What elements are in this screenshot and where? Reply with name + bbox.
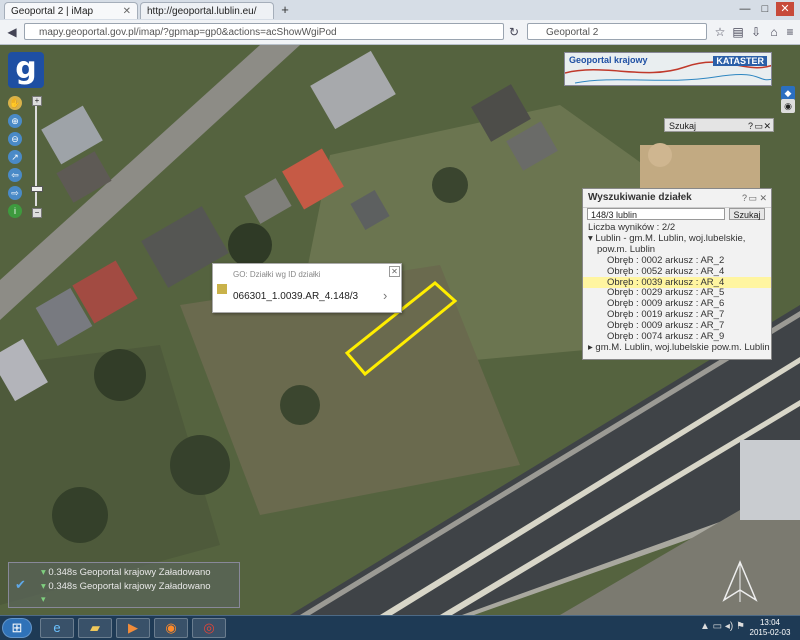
- tab-bar: Geoportal 2 | iMap ✕ http://geoportal.lub…: [0, 0, 800, 21]
- zoom-out-tool-icon[interactable]: ⊖: [8, 132, 22, 146]
- reload-icon[interactable]: ↻: [506, 24, 522, 40]
- result-item[interactable]: Obręb : 0074 arkusz : AR_9: [607, 331, 767, 342]
- result-group-2[interactable]: ▸ gm.M. Lublin, woj.lubelskie pow.m. Lub…: [588, 342, 770, 353]
- group-label: gm.M. Lublin, woj.lubelskie pow.m. Lubli…: [595, 342, 770, 353]
- minimize-panel-icon[interactable]: ▭: [748, 193, 757, 204]
- search-input[interactable]: Geoportal 2: [527, 23, 707, 40]
- back-icon[interactable]: ◀: [4, 24, 20, 40]
- ie-icon[interactable]: e: [40, 618, 74, 638]
- measure-icon[interactable]: ↗: [8, 150, 22, 164]
- parcel-search-input[interactable]: 148/3 lublin: [587, 208, 725, 220]
- minimize-panel-icon[interactable]: ▭: [754, 119, 763, 133]
- banner-title: Geoportal krajowy: [569, 55, 648, 65]
- layer-opacity: 0.348s: [48, 581, 77, 592]
- menu-icon[interactable]: ≡: [782, 24, 798, 40]
- layer-status: Załadowano: [158, 581, 211, 592]
- download-icon[interactable]: ⇩: [748, 24, 764, 40]
- result-item[interactable]: Obręb : 0002 arkusz : AR_2: [607, 255, 767, 266]
- close-icon[interactable]: ✕: [123, 3, 131, 19]
- layer-switch-icon[interactable]: ◆: [781, 86, 795, 100]
- banner-label: KATASTER: [713, 56, 767, 66]
- nav-bar: ◀ mapy.geoportal.gov.pl/imap/?gpmap=gp0&…: [0, 20, 800, 45]
- parcel-search-panel: Wyszukiwanie działek ? ▭ ✕ 148/3 lublin …: [582, 188, 772, 360]
- minimize-button[interactable]: —: [736, 2, 754, 16]
- clock-time: 13:04: [759, 618, 781, 627]
- maximize-button[interactable]: □: [756, 2, 774, 16]
- result-item[interactable]: Obręb : 0009 arkusz : AR_7: [607, 320, 767, 331]
- result-item[interactable]: Obręb : 0029 arkusz : AR_5: [607, 287, 767, 298]
- close-icon[interactable]: ✕: [389, 266, 400, 277]
- forward-extent-icon[interactable]: ⇨: [8, 186, 22, 200]
- clock[interactable]: 13:04 2015-02-03: [748, 618, 792, 638]
- star-icon[interactable]: ☆: [712, 24, 728, 40]
- layer-opacity: 0.348s: [48, 567, 77, 578]
- tab-label: Geoportal 2 | iMap: [11, 6, 94, 17]
- chrome-icon[interactable]: ◎: [192, 618, 226, 638]
- layer-name: Geoportal krajowy: [79, 567, 157, 578]
- result-item[interactable]: Obręb : 0019 arkusz : AR_7: [607, 309, 767, 320]
- tab-label: http://geoportal.lublin.eu/: [147, 6, 257, 17]
- close-icon[interactable]: ✕: [763, 119, 771, 133]
- start-orb-icon[interactable]: ⊞: [2, 618, 32, 638]
- geoportal-logo[interactable]: g: [8, 52, 44, 88]
- help-icon[interactable]: ?: [742, 193, 747, 203]
- result-item[interactable]: Obręb : 0052 arkusz : AR_4: [607, 266, 767, 277]
- compass-icon[interactable]: [716, 560, 764, 604]
- zoom-slider-handle[interactable]: [31, 186, 43, 192]
- clock-date: 2015-02-03: [749, 628, 791, 637]
- popup-header: GO: Działki wg ID działki: [233, 270, 321, 279]
- result-count: Liczba wyników : 2/2: [588, 222, 676, 233]
- chevron-right-icon[interactable]: ›: [383, 288, 387, 303]
- tab-lublin[interactable]: http://geoportal.lublin.eu/✕: [140, 2, 274, 19]
- close-window-button[interactable]: ✕: [776, 2, 794, 16]
- windows-taskbar: ⊞ e ▰ ▶ ◉ ◎ ▲ ▭ ◂) ⚑ 13:04 2015-02-03: [0, 615, 800, 640]
- result-group-1[interactable]: ▾ Lublin - gm.M. Lublin, woj.lubelskie,: [588, 233, 745, 244]
- zoom-in-tool-icon[interactable]: ⊕: [8, 114, 22, 128]
- layers-panel: ✔ ▾ 0.348s Geoportal krajowy Załadowano …: [8, 562, 240, 608]
- home-icon[interactable]: ⌂: [766, 24, 782, 40]
- check-icon[interactable]: ✔: [15, 577, 26, 593]
- media-icon[interactable]: ▶: [116, 618, 150, 638]
- help-icon[interactable]: ?: [748, 119, 753, 133]
- pan-icon[interactable]: ✋: [8, 96, 22, 110]
- tray-icons[interactable]: ▲ ▭ ◂) ⚑: [700, 621, 745, 632]
- zoom-in-button[interactable]: +: [32, 96, 42, 106]
- search-panel-label: Szukaj: [669, 121, 697, 131]
- layer-status: Załadowano: [158, 567, 211, 578]
- new-tab-icon[interactable]: +: [278, 2, 292, 18]
- parcel-icon: [217, 284, 227, 294]
- bookmarks-icon[interactable]: ▤: [730, 24, 746, 40]
- parcel-popup: GO: Działki wg ID działki 066301_1.0039.…: [212, 263, 402, 313]
- popup-parcel-id[interactable]: 066301_1.0039.AR_4.148/3: [233, 291, 358, 302]
- zoom-toolbar: ✋ ⊕ ⊖ ↗ ⇦ ⇨ i + −: [6, 96, 43, 220]
- close-icon[interactable]: ✕: [759, 193, 767, 204]
- result-group-1-line2: pow.m. Lublin: [597, 244, 656, 255]
- search-button[interactable]: Szukaj: [729, 208, 765, 220]
- firefox-icon[interactable]: ◉: [154, 618, 188, 638]
- address-bar[interactable]: mapy.geoportal.gov.pl/imap/?gpmap=gp0&ac…: [24, 23, 504, 40]
- layer-row[interactable]: ▾ 0.348s Geoportal krajowy Załadowano: [41, 567, 211, 578]
- eye-icon[interactable]: ◉: [781, 99, 795, 113]
- zoom-out-button[interactable]: −: [32, 208, 42, 218]
- search-panel-header[interactable]: Szukaj ? ▭ ✕: [664, 118, 774, 132]
- result-item[interactable]: Obręb : 0039 arkusz : AR_4: [583, 276, 771, 288]
- group-label: Lublin - gm.M. Lublin, woj.lubelskie,: [595, 233, 746, 244]
- result-item[interactable]: Obręb : 0009 arkusz : AR_6: [607, 298, 767, 309]
- back-extent-icon[interactable]: ⇦: [8, 168, 22, 182]
- geoportal-banner[interactable]: Geoportal krajowy KATASTER: [564, 52, 772, 86]
- layer-row[interactable]: ▾ 0.348s Geoportal krajowy Załadowano: [41, 581, 211, 592]
- folder-icon[interactable]: ▰: [78, 618, 112, 638]
- info-icon[interactable]: i: [8, 204, 22, 218]
- layer-name: Geoportal krajowy: [79, 581, 157, 592]
- expand-icon[interactable]: ▾: [41, 594, 46, 605]
- tab-geoportal[interactable]: Geoportal 2 | iMap ✕: [4, 2, 138, 19]
